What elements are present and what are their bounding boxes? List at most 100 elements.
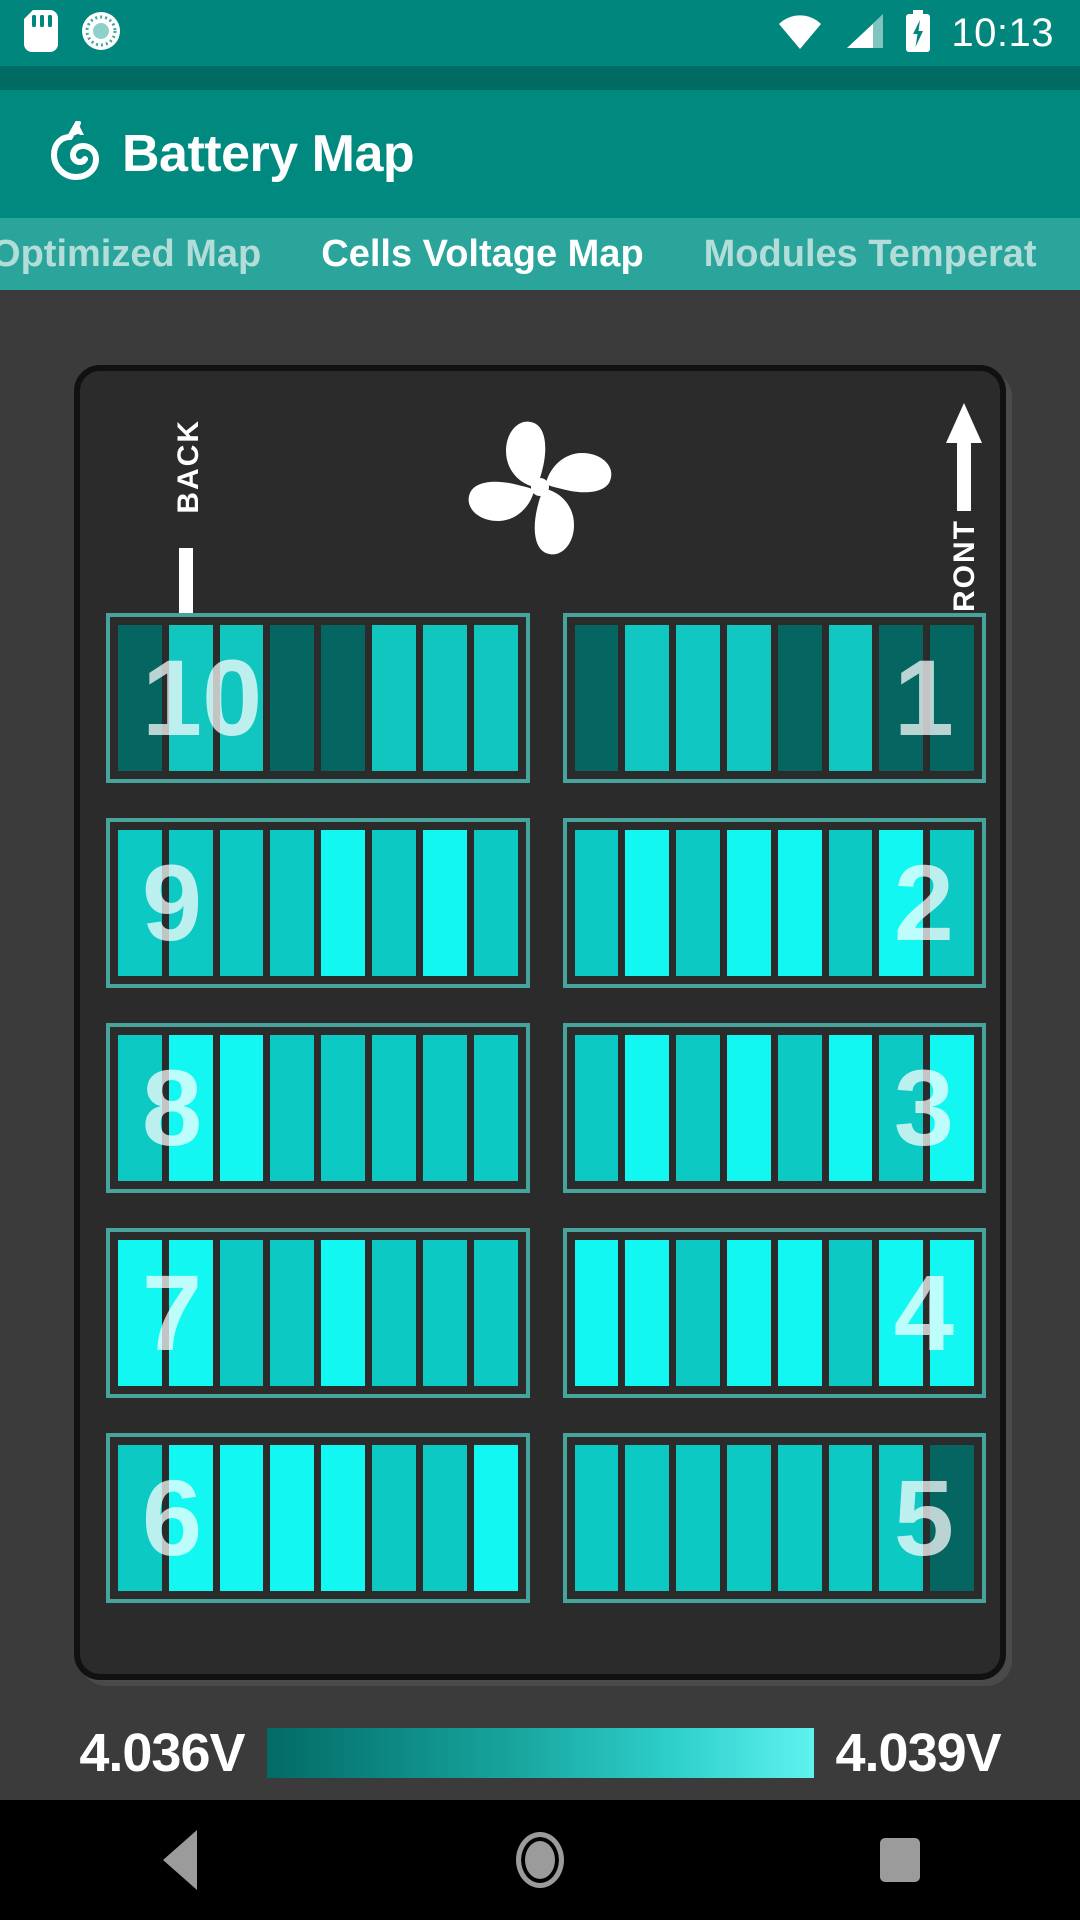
battery-pack-diagram: BACK FRONT 10 1 9 2 8 3 7 4 6 5 (74, 365, 1006, 1680)
module-4[interactable]: 4 (562, 1228, 986, 1398)
module-grid: 10 1 9 2 8 3 7 4 6 5 (80, 613, 1012, 1603)
wifi-icon (777, 12, 823, 55)
module-9[interactable]: 9 (106, 818, 530, 988)
cell (828, 1445, 873, 1591)
cell (828, 1035, 873, 1181)
cell (777, 1445, 822, 1591)
cell (574, 1035, 619, 1181)
tab-modules-temperature[interactable]: Modules Temperat (674, 233, 1067, 276)
sync-icon (80, 10, 122, 57)
cell (879, 1035, 924, 1181)
tab-voltage-optimized-map[interactable]: age Optimized Map (0, 233, 291, 276)
cell (473, 625, 518, 771)
tab-bar[interactable]: age Optimized Map Cells Voltage Map Modu… (0, 218, 1080, 290)
legend-gradient-bar (266, 1727, 814, 1778)
cell (168, 1240, 213, 1386)
home-circle-icon (516, 1832, 564, 1888)
action-bar-strip (0, 66, 1080, 90)
tab-cells-voltage-map[interactable]: Cells Voltage Map (291, 233, 673, 276)
cell (574, 1240, 619, 1386)
cell (625, 1240, 670, 1386)
module-6[interactable]: 6 (106, 1433, 530, 1603)
cell (879, 1240, 924, 1386)
module-10[interactable]: 10 (106, 613, 530, 783)
cell (879, 830, 924, 976)
cell (879, 625, 924, 771)
cell (270, 830, 315, 976)
cell (574, 1445, 619, 1591)
cell (828, 625, 873, 771)
module-1[interactable]: 1 (562, 613, 986, 783)
cell (219, 1240, 264, 1386)
cell (625, 1035, 670, 1181)
back-button[interactable] (120, 1800, 240, 1920)
cell (777, 625, 822, 771)
cell (625, 1445, 670, 1591)
module-5[interactable]: 5 (562, 1433, 986, 1603)
status-bar-right-icons: 10:13 (777, 9, 1080, 57)
cell (372, 1240, 416, 1386)
cell (828, 830, 873, 976)
cell (422, 1445, 467, 1591)
cell (930, 1240, 974, 1386)
module-row: 9 2 (106, 818, 986, 988)
cell (372, 1445, 416, 1591)
cell (118, 830, 162, 976)
module-2[interactable]: 2 (562, 818, 986, 988)
cell (321, 1240, 366, 1386)
cell (321, 1035, 366, 1181)
cell (270, 1445, 315, 1591)
cell (118, 1445, 162, 1591)
cell (726, 830, 771, 976)
cell (270, 1240, 315, 1386)
cell (828, 1240, 873, 1386)
page-title: Battery Map (122, 125, 415, 183)
cell (473, 1240, 518, 1386)
cell (321, 830, 366, 976)
cell (422, 830, 467, 976)
cell (321, 625, 366, 771)
sd-card-icon (24, 9, 58, 57)
cell (726, 1240, 771, 1386)
module-row: 10 1 (106, 613, 986, 783)
cell (676, 1445, 720, 1591)
cell (726, 1445, 771, 1591)
cell (118, 1035, 162, 1181)
cell (422, 1240, 467, 1386)
status-bar: 10:13 (0, 0, 1080, 66)
status-bar-clock: 10:13 (951, 11, 1054, 55)
cell (676, 1240, 720, 1386)
android-nav-bar[interactable] (0, 1800, 1080, 1920)
cell (930, 1445, 974, 1591)
recents-button[interactable] (840, 1800, 960, 1920)
cell (270, 1035, 315, 1181)
cell (219, 625, 264, 771)
cell (372, 1035, 416, 1181)
module-row: 6 5 (106, 1433, 986, 1603)
cell (676, 1035, 720, 1181)
legend-max-value: 4.039V (835, 1722, 1002, 1783)
cell (676, 625, 720, 771)
cellular-signal-icon (843, 12, 885, 55)
module-row: 7 4 (106, 1228, 986, 1398)
cell (219, 1445, 264, 1591)
recents-square-icon (880, 1838, 920, 1882)
cell (118, 625, 162, 771)
cell (168, 1445, 213, 1591)
cell (930, 830, 974, 976)
cell (219, 830, 264, 976)
module-row: 8 3 (106, 1023, 986, 1193)
module-7[interactable]: 7 (106, 1228, 530, 1398)
arrow-up-icon (944, 401, 984, 518)
cell (574, 830, 619, 976)
module-8[interactable]: 8 (106, 1023, 530, 1193)
home-button[interactable] (480, 1800, 600, 1920)
cell (930, 625, 974, 771)
cell (372, 830, 416, 976)
status-bar-left-icons (0, 9, 122, 57)
cell (930, 1035, 974, 1181)
cell (879, 1445, 924, 1591)
cell (321, 1445, 366, 1591)
module-3[interactable]: 3 (562, 1023, 986, 1193)
back-direction-label: BACK (172, 419, 205, 514)
